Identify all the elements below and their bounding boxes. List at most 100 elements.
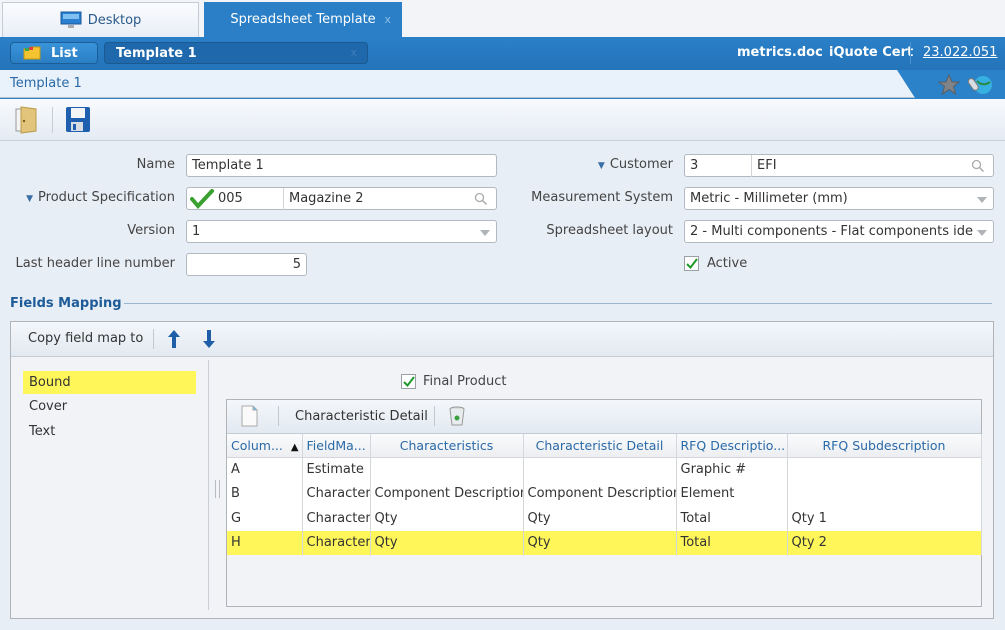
cell: Character (302, 481, 371, 506)
checkbox-checked-icon (684, 256, 699, 271)
splitter[interactable] (208, 360, 209, 610)
toolbar-divider (434, 406, 435, 426)
move-down-icon[interactable] (202, 329, 216, 349)
column-header-label: Colum... (231, 437, 283, 453)
cell: G (227, 506, 303, 531)
active-label: Active (707, 256, 748, 271)
copy-field-map-button[interactable]: Copy field map to (28, 331, 143, 346)
mapping-table: Colum... ▲ FieldMa... Characteristics Cha… (227, 434, 982, 555)
required-marker-icon: ▼ (597, 161, 605, 171)
cell: A (227, 457, 303, 482)
cell (787, 457, 982, 482)
folder-icon (23, 46, 41, 60)
component-label: Text (29, 424, 56, 439)
new-document-icon[interactable] (241, 405, 258, 427)
toolbar-divider (278, 406, 279, 426)
layout-label: Spreadsheet layout (546, 223, 673, 238)
component-item-cover[interactable]: Cover (23, 395, 196, 418)
table-header-row: Colum... ▲ FieldMa... Characteristics Cha… (227, 434, 982, 458)
required-marker-icon: ▼ (26, 194, 34, 204)
customer-code: 3 (690, 154, 752, 177)
breadcrumb-label: Template 1 (10, 76, 82, 91)
tab-spreadsheet-label: Spreadsheet Template (230, 12, 376, 27)
cell: Qty 1 (787, 506, 982, 531)
active-checkbox[interactable]: Active (684, 256, 747, 271)
sort-ascending-icon: ▲ (290, 441, 299, 453)
name-input[interactable]: Template 1 (186, 154, 497, 177)
version-value: 1 (192, 224, 201, 239)
column-header-characteristic-detail[interactable]: Characteristic Detail (523, 434, 677, 458)
tab-desktop[interactable]: Desktop (2, 2, 199, 37)
cell: Total (676, 506, 788, 531)
column-header-rfq-subdescription[interactable]: RFQ Subdescription (787, 434, 982, 458)
column-header-rfq-description[interactable]: RFQ Descriptio... (676, 434, 788, 458)
valid-check-icon (190, 188, 214, 209)
record-tab[interactable]: Template 1 x (104, 42, 368, 64)
chevron-down-icon (480, 230, 490, 236)
close-tab-icon[interactable]: x (384, 13, 391, 26)
measurement-label: Measurement System (531, 190, 673, 205)
measurement-value: Metric - Millimeter (mm) (690, 191, 848, 206)
cell: Qty (370, 530, 524, 555)
chevron-down-icon (977, 230, 987, 236)
cell (370, 457, 524, 482)
layout-select[interactable]: 2 - Multi components - Flat components i… (684, 220, 994, 243)
table-row-selected[interactable]: H Character Qty Qty Total Qty 2 (227, 530, 982, 555)
column-header-fieldmap[interactable]: FieldMa... (302, 434, 371, 458)
star-icon[interactable] (938, 74, 960, 95)
last-header-input[interactable]: 5 (186, 253, 307, 276)
cell: Qty (370, 506, 524, 531)
list-button[interactable]: List (10, 42, 98, 64)
cell: Qty (523, 506, 677, 531)
component-item-text[interactable]: Text (23, 420, 196, 443)
close-record-icon[interactable]: x (350, 46, 357, 59)
fields-mapping-title: Fields Mapping (10, 296, 122, 311)
customer-lookup[interactable]: 3 EFI (684, 154, 994, 177)
environment-name: iQuote Cert (829, 45, 914, 60)
splitter-handle-icon[interactable] (215, 480, 220, 498)
table-row[interactable]: B Character Component Description Compon… (227, 481, 982, 506)
cell: Graphic # (676, 457, 788, 482)
cell: Element (676, 481, 788, 506)
tab-spreadsheet-template[interactable]: Spreadsheet Template x (204, 2, 402, 37)
product-spec-label-text: Product Specification (38, 190, 175, 205)
product-spec-lookup[interactable]: 005 Magazine 2 (186, 187, 497, 210)
final-product-checkbox[interactable]: Final Product (401, 374, 506, 389)
column-header-column[interactable]: Colum... ▲ (227, 434, 303, 458)
cell: Estimate (302, 457, 371, 482)
search-icon[interactable] (474, 192, 488, 206)
cell: H (227, 530, 303, 555)
table-row[interactable]: A Estimate Graphic # (227, 457, 982, 482)
column-header-characteristics[interactable]: Characteristics (370, 434, 524, 458)
last-header-value: 5 (292, 257, 301, 272)
document-name: metrics.doc (737, 45, 823, 60)
component-item-bound[interactable]: Bound (23, 371, 196, 394)
component-label: Cover (29, 399, 68, 414)
tab-desktop-label: Desktop (87, 12, 142, 28)
component-label: Bound (29, 375, 71, 390)
chevron-down-icon (977, 197, 987, 203)
trash-icon[interactable] (448, 405, 466, 427)
product-spec-value: Magazine 2 (289, 191, 364, 206)
customer-value: EFI (757, 158, 777, 173)
save-icon[interactable] (65, 106, 91, 133)
final-product-label: Final Product (423, 374, 507, 389)
cell: Component Description (523, 481, 677, 506)
customer-label: ▼ Customer (520, 157, 673, 172)
cell: Qty (523, 530, 677, 555)
monitor-icon (60, 11, 82, 28)
version-select[interactable]: 1 (186, 220, 497, 243)
breadcrumb: Template 1 (0, 70, 915, 98)
exit-door-icon[interactable] (14, 106, 38, 134)
search-icon[interactable] (971, 159, 985, 173)
last-header-label: Last header line number (15, 256, 175, 271)
version-link[interactable]: 23.022.051 (923, 45, 997, 60)
link-globe-icon[interactable] (968, 73, 994, 95)
fields-mapping-toolbar (11, 322, 993, 357)
characteristic-detail-button[interactable]: Characteristic Detail (295, 409, 428, 424)
move-up-icon[interactable] (167, 329, 181, 349)
cell: Character (302, 506, 371, 531)
table-row[interactable]: G Character Qty Qty Total Qty 1 (227, 506, 982, 531)
cell (787, 481, 982, 506)
measurement-select[interactable]: Metric - Millimeter (mm) (684, 187, 994, 210)
